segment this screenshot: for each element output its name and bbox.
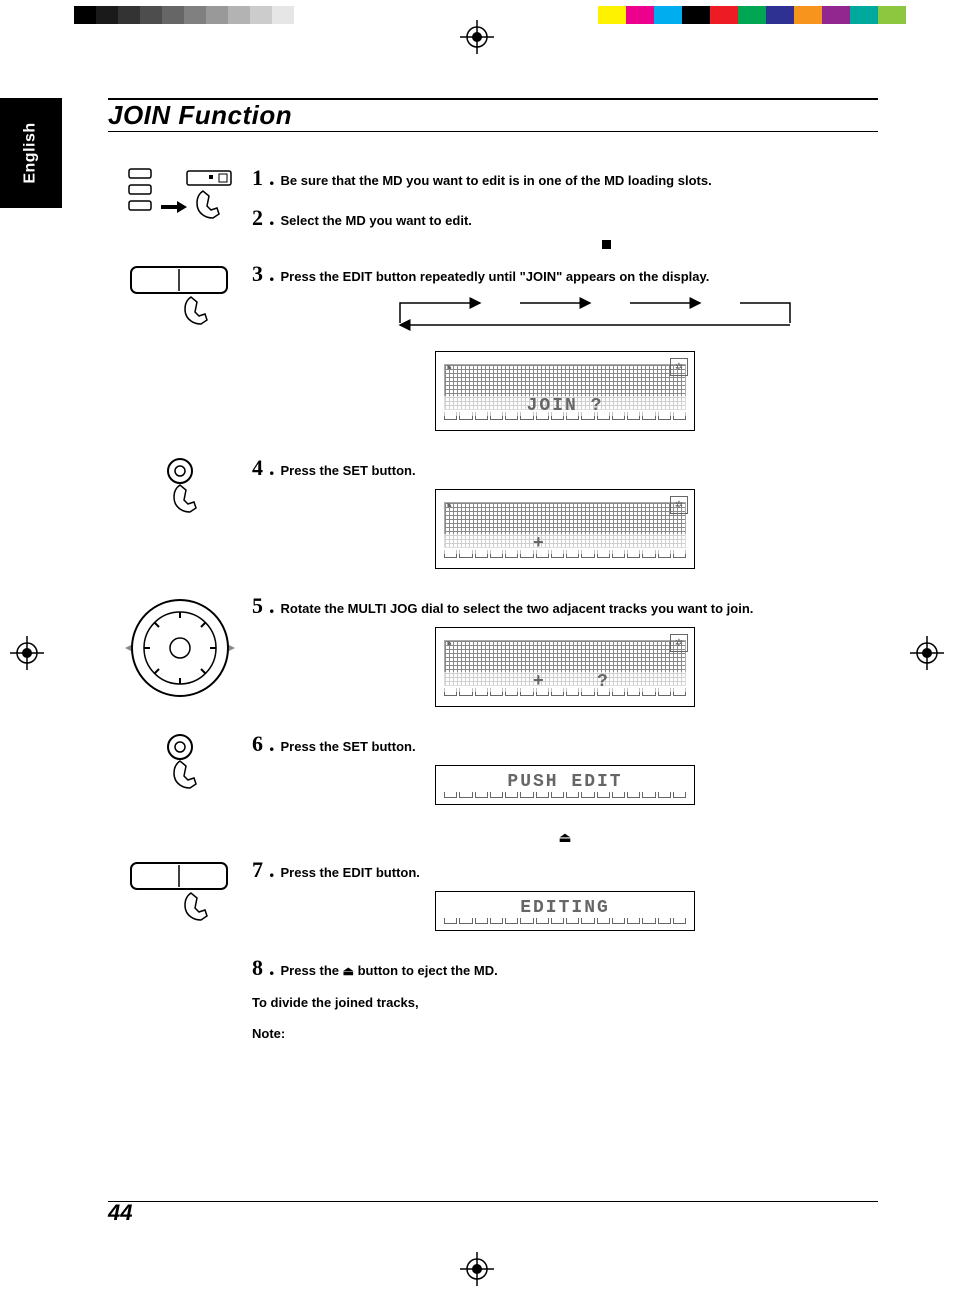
slot-select-illustration-icon xyxy=(125,165,235,245)
eject-symbol-icon: ⏏ xyxy=(343,964,354,978)
content-area: 1. Be sure that the MD you want to edit … xyxy=(120,165,878,1051)
language-tab: English xyxy=(0,98,62,208)
lcd-text-join: JOIN ? xyxy=(436,396,694,416)
stop-symbol-icon xyxy=(602,240,611,249)
subhead-divide: To divide the joined tracks, xyxy=(252,995,878,1010)
lcd-display-editing: EDITING xyxy=(435,891,695,931)
step-5-text: Rotate the MULTI JOG dial to select the … xyxy=(281,601,754,616)
step-7-text: Press the EDIT button. xyxy=(281,865,420,880)
step-4-number: 4 xyxy=(252,455,263,481)
note-label: Note: xyxy=(252,1026,878,1041)
multi-jog-dial-illustration-icon xyxy=(125,593,235,703)
matrix-icon: ✲ xyxy=(670,496,688,514)
step-3-text: Press the EDIT button repeatedly until "… xyxy=(281,269,710,284)
page-number: 44 xyxy=(108,1200,132,1226)
edit-button-illustration-icon xyxy=(125,857,235,937)
disc-icon: ◔ xyxy=(442,634,453,655)
registration-mark-left-icon xyxy=(10,636,44,670)
step-5-number: 5 xyxy=(252,593,263,619)
matrix-icon: ✲ xyxy=(670,634,688,652)
lcd-display-step5: ◔ ✲ + ? xyxy=(435,627,695,707)
lcd-display-step4: ◔ ✲ + xyxy=(435,489,695,569)
lcd-text-step5: + ? xyxy=(436,672,694,692)
title-underline xyxy=(108,131,878,132)
lcd-text-editing: EDITING xyxy=(444,898,686,918)
step-2-note xyxy=(602,237,878,251)
flow-arrow-diagram-icon xyxy=(342,293,848,343)
lcd-text-push-edit: PUSH EDIT xyxy=(444,772,686,792)
page-title: JOIN Function xyxy=(108,100,292,131)
set-button-illustration-icon xyxy=(140,731,220,811)
lcd-text-step4: + xyxy=(436,534,694,554)
registration-mark-bottom-icon xyxy=(460,1252,494,1286)
disc-icon: ◔ xyxy=(442,358,453,379)
lcd-display-join: ◔ ✲ JOIN ? xyxy=(435,351,695,431)
registration-mark-top-icon xyxy=(460,20,494,54)
step-8-text: Press the ⏏ button to eject the MD. xyxy=(281,963,498,978)
registration-mark-right-icon xyxy=(910,636,944,670)
lcd-display-push-edit: PUSH EDIT xyxy=(435,765,695,805)
step-1-number: 1 xyxy=(252,165,263,191)
step-2-number: 2 xyxy=(252,205,263,231)
step-3-number: 3 xyxy=(252,261,263,287)
step-4-text: Press the SET button. xyxy=(281,463,416,478)
set-button-illustration-icon xyxy=(140,455,220,535)
step-6-number: 6 xyxy=(252,731,263,757)
disc-icon: ◔ xyxy=(442,496,453,517)
bottom-rule xyxy=(108,1201,878,1203)
step-7-number: 7 xyxy=(252,857,263,883)
matrix-icon: ✲ xyxy=(670,358,688,376)
step-6-text: Press the SET button. xyxy=(281,739,416,754)
step-1-text: Be sure that the MD you want to edit is … xyxy=(281,173,712,188)
eject-symbol-icon: ⏏ xyxy=(558,829,571,846)
step-8-number: 8 xyxy=(252,955,263,981)
edit-button-illustration-icon xyxy=(125,261,235,341)
step-2-text: Select the MD you want to edit. xyxy=(281,213,472,228)
language-label: English xyxy=(22,122,40,183)
